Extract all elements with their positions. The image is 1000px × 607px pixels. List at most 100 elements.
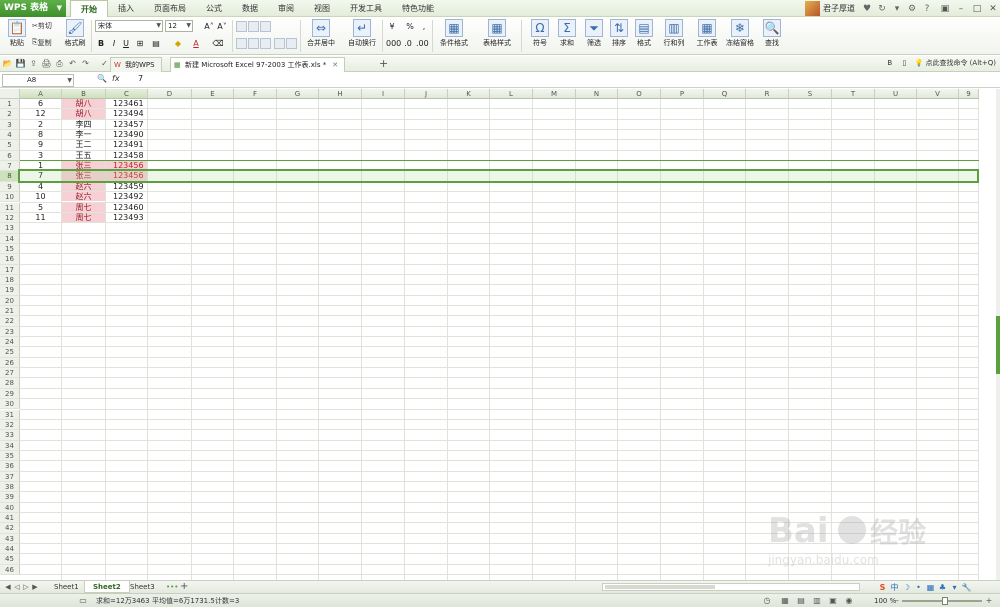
cell[interactable]: 胡八 bbox=[62, 99, 105, 109]
column-header[interactable]: E bbox=[192, 89, 234, 99]
save-icon[interactable]: 💾 bbox=[15, 58, 26, 69]
sheet-tab-3[interactable]: Sheet3 bbox=[122, 581, 163, 593]
punctuation-icon[interactable]: • bbox=[913, 582, 924, 593]
chinese-mode-icon[interactable]: 中 bbox=[889, 582, 900, 593]
row-header[interactable]: 20 bbox=[0, 295, 20, 306]
moon-icon[interactable]: ☽ bbox=[901, 582, 912, 593]
row-header[interactable]: 7 bbox=[0, 161, 20, 172]
cell[interactable]: 123493 bbox=[106, 213, 147, 222]
cell[interactable]: 赵六 bbox=[62, 192, 105, 202]
cell[interactable]: 123459 bbox=[106, 182, 147, 191]
document-tab-0[interactable]: W 我的WPS bbox=[110, 57, 162, 72]
zoom-slider-handle[interactable] bbox=[942, 597, 948, 605]
cell[interactable]: 123461 bbox=[106, 99, 147, 108]
row-header[interactable]: 14 bbox=[0, 233, 20, 244]
ribbon-tab-4[interactable]: 数据 bbox=[232, 0, 268, 17]
cell[interactable]: 李四 bbox=[62, 120, 105, 129]
row-header[interactable]: 3 bbox=[0, 119, 20, 131]
align-bottom-icon[interactable] bbox=[260, 21, 271, 32]
cell[interactable]: 123492 bbox=[106, 192, 147, 201]
row-header[interactable]: 39 bbox=[0, 492, 20, 503]
open-folder-icon[interactable]: 📂 bbox=[2, 58, 13, 69]
row-header[interactable]: 18 bbox=[0, 274, 20, 286]
row-header[interactable]: 12 bbox=[0, 212, 20, 224]
row-header[interactable]: 46 bbox=[0, 564, 20, 576]
cell[interactable]: 123490 bbox=[106, 130, 147, 139]
column-header[interactable]: V bbox=[917, 89, 959, 99]
close-icon[interactable]: ✕ bbox=[986, 2, 1000, 16]
app-menu-button[interactable]: WPS 表格 ▼ bbox=[0, 0, 66, 17]
add-tab-icon[interactable]: + bbox=[379, 57, 388, 70]
row-header[interactable]: 35 bbox=[0, 450, 20, 462]
row-header[interactable]: 28 bbox=[0, 378, 20, 389]
cell[interactable]: 123458 bbox=[106, 151, 147, 160]
row-header[interactable]: 16 bbox=[0, 254, 20, 265]
last-sheet-icon[interactable]: ▶ bbox=[31, 582, 39, 592]
skin-icon[interactable]: ♣ bbox=[937, 582, 948, 593]
indent-increase-icon[interactable] bbox=[286, 38, 297, 49]
minimize-icon[interactable]: – bbox=[954, 2, 968, 16]
number-format-icon[interactable]: ¥ bbox=[386, 21, 398, 33]
zoom-in-icon[interactable]: + bbox=[984, 596, 994, 606]
indent-decrease-icon[interactable] bbox=[274, 38, 285, 49]
column-header[interactable]: G bbox=[277, 89, 319, 99]
ribbon-tab-1[interactable]: 插入 bbox=[108, 0, 144, 17]
pin-icon[interactable]: ✓ bbox=[99, 58, 110, 69]
cell[interactable]: 3 bbox=[20, 151, 61, 160]
font-name-select[interactable]: 宋体 ▼ bbox=[95, 20, 163, 32]
column-header[interactable]: B bbox=[62, 89, 106, 99]
cell[interactable]: 123456 bbox=[106, 171, 147, 181]
status-cell-icon[interactable]: ▭ bbox=[78, 596, 88, 606]
thousands-icon[interactable]: 000 bbox=[386, 38, 401, 50]
column-header[interactable]: A bbox=[20, 89, 62, 99]
align-right-icon[interactable] bbox=[260, 38, 271, 49]
column-header[interactable]: P bbox=[661, 89, 704, 99]
add-sheet-icon[interactable]: + bbox=[180, 581, 188, 593]
paste-button[interactable]: 📋 粘贴 bbox=[2, 18, 32, 54]
sheet-tab-1[interactable]: Sheet1 bbox=[46, 581, 87, 593]
italic-button[interactable]: I bbox=[108, 38, 120, 50]
cell[interactable]: 1 bbox=[20, 161, 61, 170]
cell[interactable]: 赵六 bbox=[62, 181, 105, 192]
reading-mode-icon[interactable]: ▣ bbox=[828, 596, 838, 606]
column-header[interactable]: 9 bbox=[959, 89, 979, 99]
ribbon-tab-3[interactable]: 公式 bbox=[196, 0, 232, 17]
row-header[interactable]: 1 bbox=[0, 99, 20, 110]
ribbon-tab-5[interactable]: 审阅 bbox=[268, 0, 304, 17]
maximize-icon[interactable]: □ bbox=[970, 2, 984, 16]
cell[interactable]: 7 bbox=[20, 171, 61, 180]
merge-center-button[interactable]: ⇔ 合并居中 bbox=[303, 18, 339, 54]
row-header[interactable]: 34 bbox=[0, 440, 20, 451]
row-header[interactable]: 32 bbox=[0, 419, 20, 431]
font-size-select[interactable]: 12 ▼ bbox=[165, 20, 193, 32]
column-header[interactable]: I bbox=[362, 89, 405, 99]
row-header[interactable]: 43 bbox=[0, 533, 20, 545]
row-header[interactable]: 2 bbox=[0, 109, 20, 120]
underline-button[interactable]: U bbox=[120, 38, 132, 50]
row-header[interactable]: 44 bbox=[0, 544, 20, 555]
formula-input[interactable]: 7 bbox=[138, 74, 143, 83]
column-header[interactable]: H bbox=[319, 89, 362, 99]
shirt-icon[interactable]: ▾ bbox=[949, 582, 960, 593]
spreadsheet-grid[interactable]: ABCDEFGHIJKLMNOPQRSTUV9 1 2 3 4 5 6 7 8 9 10 11 12 1… bbox=[0, 89, 996, 580]
eye-protect-icon[interactable]: ◉ bbox=[844, 596, 854, 606]
row-header[interactable]: 19 bbox=[0, 285, 20, 296]
next-sheet-icon[interactable]: ▷ bbox=[22, 582, 30, 592]
cell[interactable]: 4 bbox=[20, 182, 61, 191]
column-header[interactable]: O bbox=[618, 89, 661, 99]
row-header[interactable]: 22 bbox=[0, 316, 20, 327]
cell[interactable]: 123491 bbox=[106, 140, 147, 149]
column-header[interactable]: D bbox=[148, 89, 192, 99]
fx-button[interactable]: fx bbox=[112, 74, 120, 83]
ribbon-tab-2[interactable]: 页面布局 bbox=[144, 0, 196, 17]
border-icon[interactable]: ⊞ bbox=[134, 38, 146, 50]
format-button[interactable]: ▤ 格式 bbox=[629, 18, 659, 54]
prev-sheet-icon[interactable]: ◁ bbox=[13, 582, 21, 592]
print-icon[interactable]: 🖨 bbox=[41, 58, 52, 69]
shirt-icon[interactable]: ▾ bbox=[891, 3, 903, 15]
column-header[interactable]: U bbox=[875, 89, 917, 99]
cell[interactable]: 张三 bbox=[62, 161, 105, 171]
sum-button[interactable]: Σ 求和 bbox=[552, 18, 582, 54]
find-button[interactable]: 🔍 查找 bbox=[757, 18, 787, 54]
ribbon-tab-6[interactable]: 视图 bbox=[304, 0, 340, 17]
